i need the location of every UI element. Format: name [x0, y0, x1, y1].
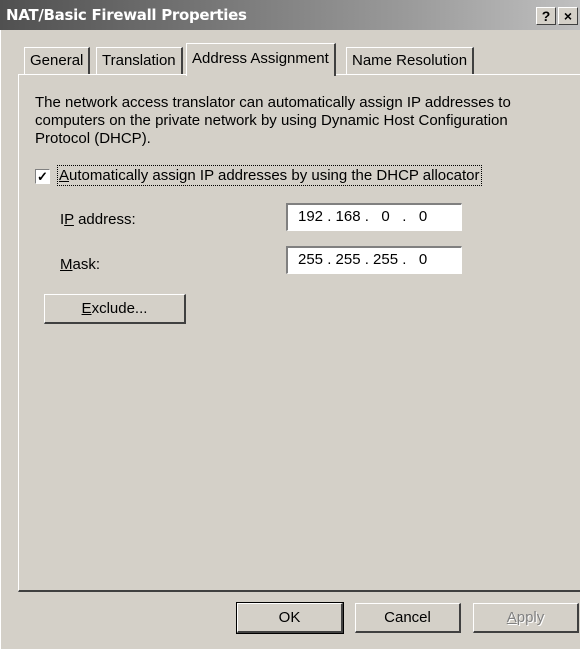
tab-general[interactable]: General	[24, 47, 91, 74]
tab-name-resolution[interactable]: Name Resolution	[346, 47, 475, 74]
tab-panel	[18, 74, 580, 592]
dhcp-checkbox[interactable]: ✓	[35, 169, 50, 184]
mask-label: Mask:	[60, 256, 101, 273]
title-bar: NAT/Basic Firewall Properties ? ×	[0, 0, 580, 30]
tab-address-assignment[interactable]: Address Assignment	[186, 43, 336, 76]
tab-translation[interactable]: Translation	[96, 47, 183, 74]
close-button[interactable]: ×	[558, 7, 578, 25]
mask-field[interactable]: 255 . 255 . 255 . 0	[286, 246, 462, 274]
dhcp-checkbox-label[interactable]: Automatically assign IP addresses by usi…	[57, 165, 482, 186]
close-icon: ×	[563, 8, 573, 24]
ip-address-label: IP address:	[60, 211, 136, 228]
description-text: The network access translator can automa…	[35, 94, 511, 147]
check-icon: ✓	[37, 169, 48, 184]
ip-address-field[interactable]: 192 . 168 . 0 . 0	[286, 203, 462, 231]
help-icon: ?	[541, 8, 551, 24]
window-title: NAT/Basic Firewall Properties	[6, 6, 247, 24]
apply-button[interactable]: Apply	[473, 603, 579, 633]
exclude-button[interactable]: Exclude...	[44, 294, 186, 324]
ok-button[interactable]: OK	[236, 602, 344, 634]
cancel-button[interactable]: Cancel	[355, 603, 461, 633]
help-button[interactable]: ?	[536, 7, 556, 25]
